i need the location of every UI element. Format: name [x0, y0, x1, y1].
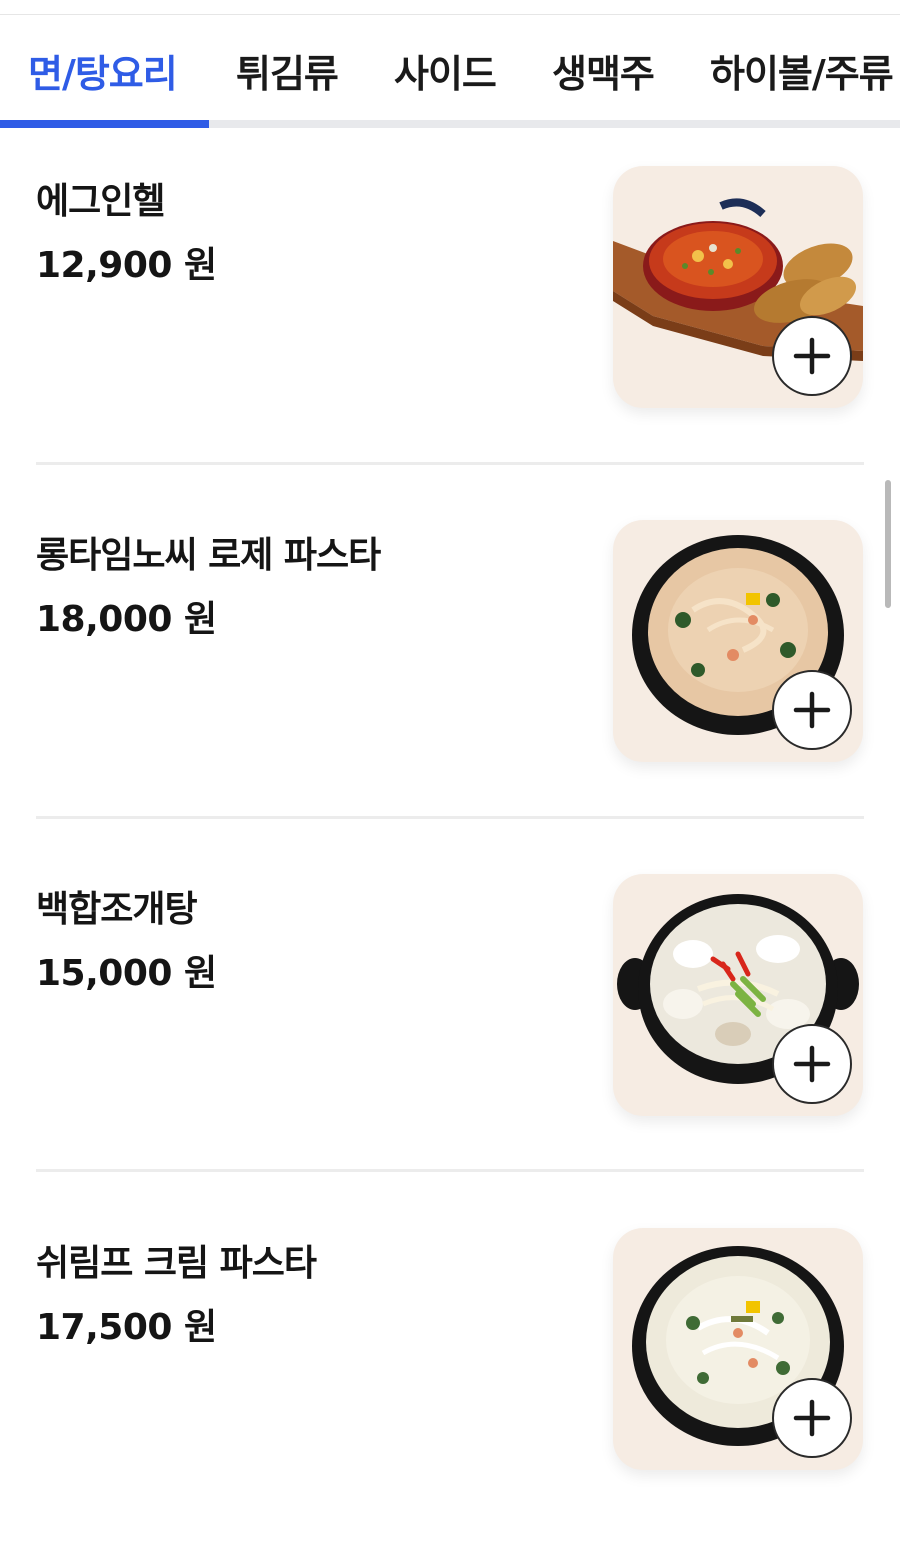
tab-fried[interactable]: 튀김류 [236, 43, 339, 98]
item-divider [36, 462, 864, 465]
add-to-cart-button[interactable] [772, 1024, 852, 1104]
menu-item-price: 18,000 원 [36, 599, 217, 640]
plus-icon [793, 1045, 831, 1083]
tab-side[interactable]: 사이드 [394, 43, 497, 98]
menu-item-name: 에그인헬 [36, 181, 165, 222]
tab-noodle-soup[interactable]: 면/탕요리 [28, 43, 178, 98]
tab-highball-liquor[interactable]: 하이볼/주류 [710, 43, 894, 98]
tab-draft-beer[interactable]: 생맥주 [552, 43, 655, 98]
menu-item-name: 백합조개탕 [36, 889, 198, 930]
menu-item-name: 롱타임노씨 로제 파스타 [36, 535, 381, 576]
menu-item-price: 17,500 원 [36, 1307, 217, 1348]
active-tab-indicator [0, 120, 209, 128]
scrollbar[interactable] [885, 480, 891, 608]
menu-item-price: 15,000 원 [36, 953, 217, 994]
category-tabs: 면/탕요리 튀김류 사이드 생맥주 하이볼/주류 [0, 15, 900, 128]
menu-item-price: 12,900 원 [36, 245, 217, 286]
plus-icon [793, 1399, 831, 1437]
add-to-cart-button[interactable] [772, 670, 852, 750]
plus-icon [793, 337, 831, 375]
plus-icon [793, 691, 831, 729]
add-to-cart-button[interactable] [772, 1378, 852, 1458]
menu-item-name: 쉬림프 크림 파스타 [36, 1243, 317, 1284]
item-divider [36, 1169, 864, 1172]
item-divider [36, 816, 864, 819]
add-to-cart-button[interactable] [772, 316, 852, 396]
